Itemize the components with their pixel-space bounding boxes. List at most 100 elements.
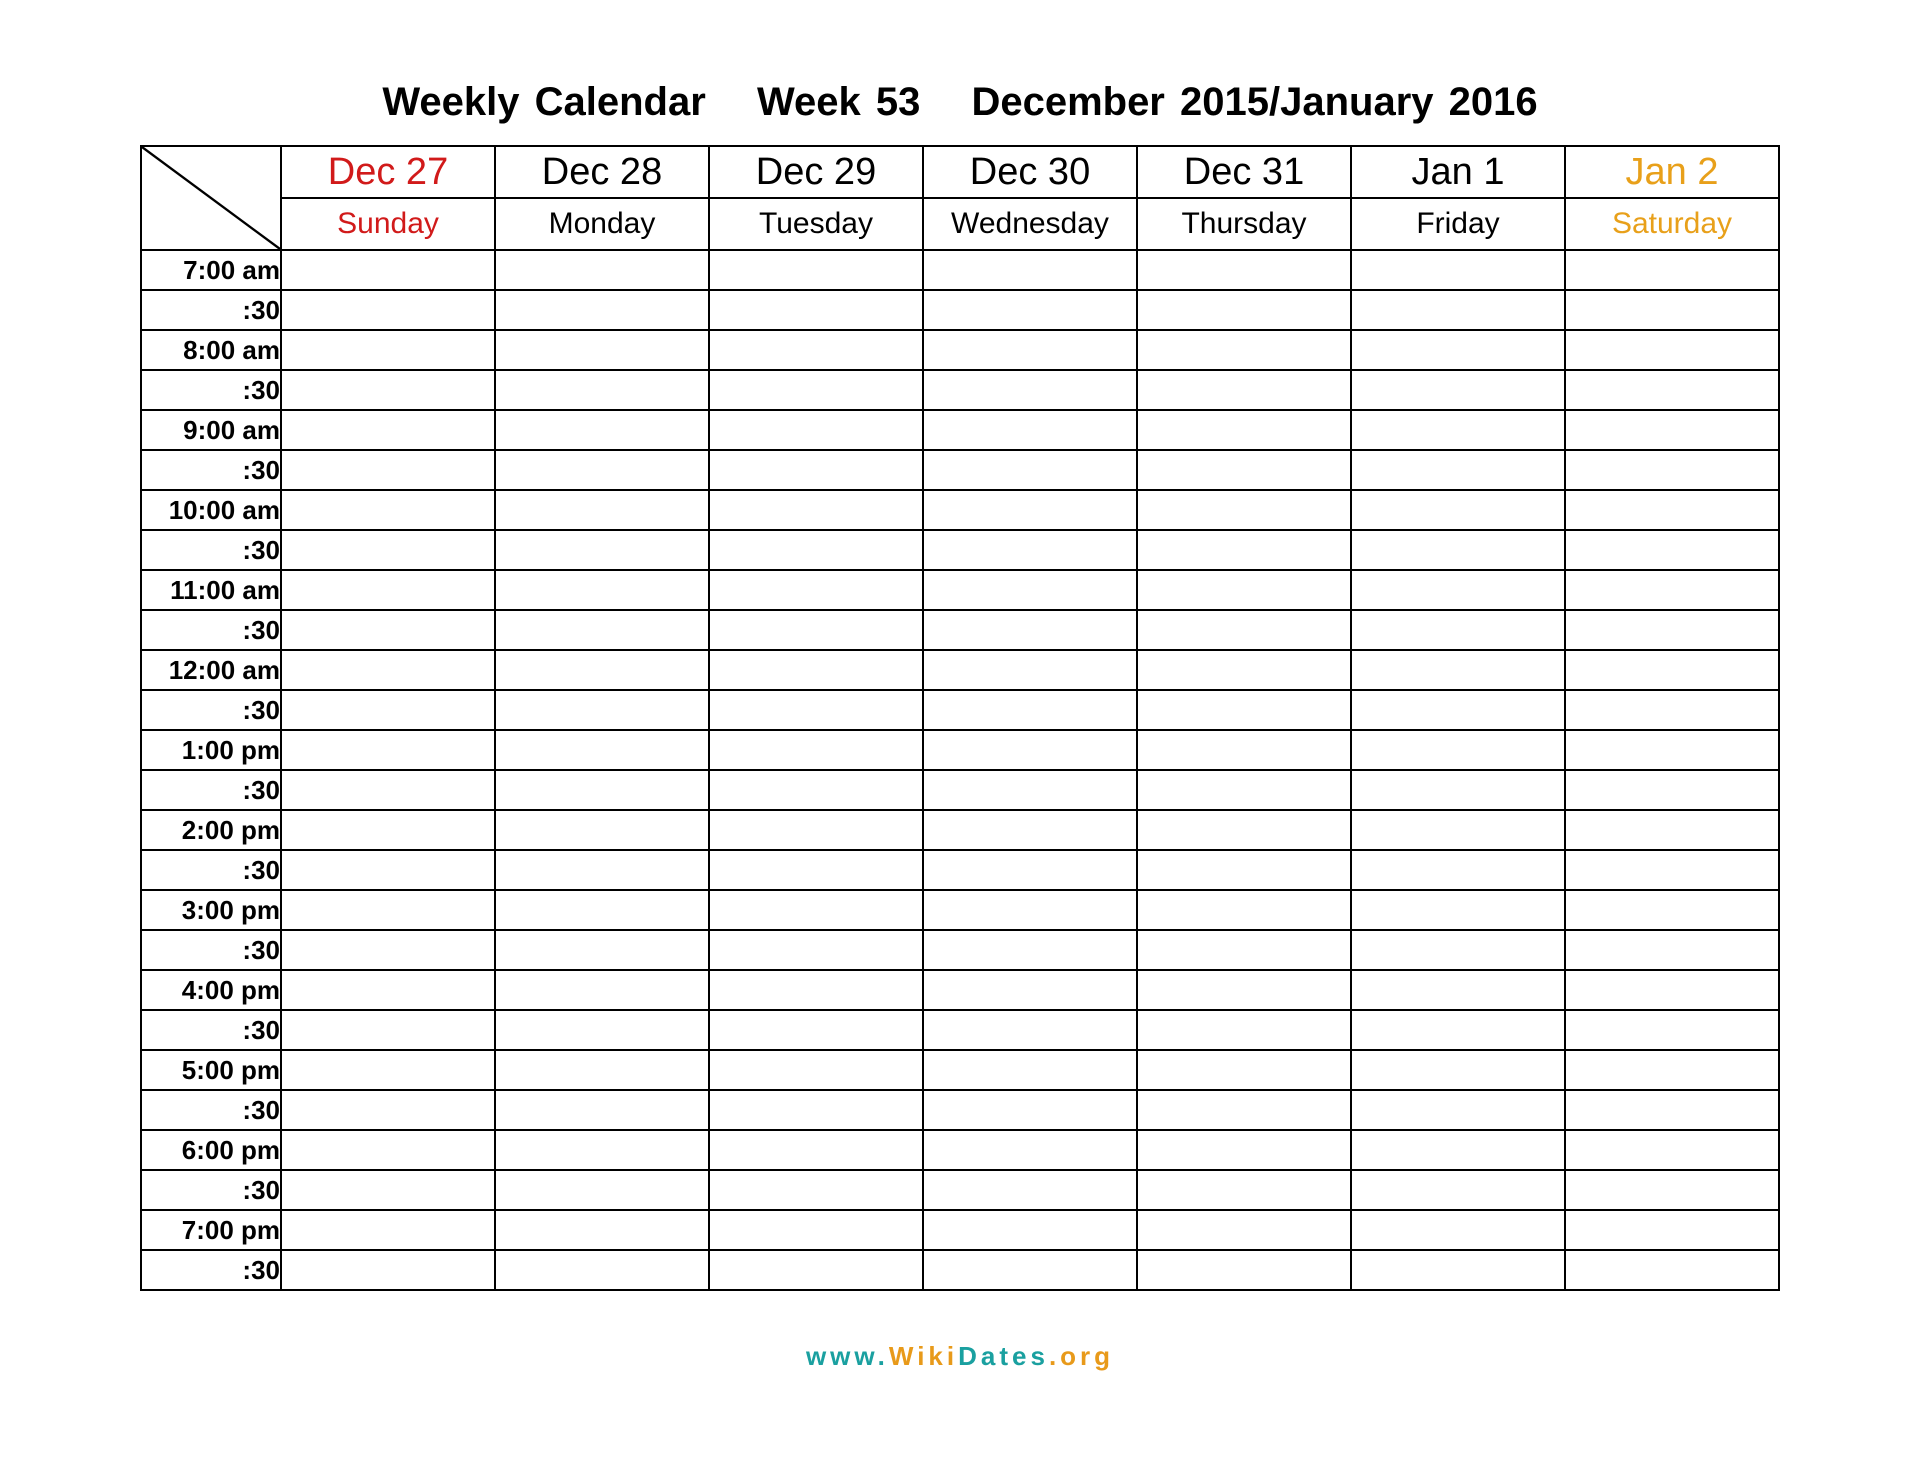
calendar-slot[interactable] bbox=[1137, 370, 1351, 410]
calendar-slot[interactable] bbox=[709, 850, 923, 890]
calendar-slot[interactable] bbox=[923, 490, 1137, 530]
calendar-slot[interactable] bbox=[495, 490, 709, 530]
calendar-slot[interactable] bbox=[1565, 330, 1779, 370]
calendar-slot[interactable] bbox=[495, 1090, 709, 1130]
calendar-slot[interactable] bbox=[1351, 570, 1565, 610]
calendar-slot[interactable] bbox=[495, 930, 709, 970]
calendar-slot[interactable] bbox=[1565, 730, 1779, 770]
calendar-slot[interactable] bbox=[709, 570, 923, 610]
calendar-slot[interactable] bbox=[923, 1250, 1137, 1290]
calendar-slot[interactable] bbox=[495, 330, 709, 370]
calendar-slot[interactable] bbox=[1565, 250, 1779, 290]
calendar-slot[interactable] bbox=[923, 530, 1137, 570]
calendar-slot[interactable] bbox=[923, 850, 1137, 890]
calendar-slot[interactable] bbox=[1137, 770, 1351, 810]
calendar-slot[interactable] bbox=[1565, 1170, 1779, 1210]
calendar-slot[interactable] bbox=[923, 1090, 1137, 1130]
calendar-slot[interactable] bbox=[1565, 570, 1779, 610]
calendar-slot[interactable] bbox=[709, 1170, 923, 1210]
calendar-slot[interactable] bbox=[495, 570, 709, 610]
calendar-slot[interactable] bbox=[1137, 1090, 1351, 1130]
calendar-slot[interactable] bbox=[923, 890, 1137, 930]
calendar-slot[interactable] bbox=[1137, 850, 1351, 890]
calendar-slot[interactable] bbox=[923, 250, 1137, 290]
calendar-slot[interactable] bbox=[709, 370, 923, 410]
calendar-slot[interactable] bbox=[281, 1090, 495, 1130]
calendar-slot[interactable] bbox=[709, 1090, 923, 1130]
calendar-slot[interactable] bbox=[1565, 970, 1779, 1010]
calendar-slot[interactable] bbox=[1137, 890, 1351, 930]
calendar-slot[interactable] bbox=[1351, 250, 1565, 290]
calendar-slot[interactable] bbox=[1351, 690, 1565, 730]
calendar-slot[interactable] bbox=[281, 370, 495, 410]
calendar-slot[interactable] bbox=[1565, 1210, 1779, 1250]
calendar-slot[interactable] bbox=[281, 570, 495, 610]
calendar-slot[interactable] bbox=[923, 330, 1137, 370]
calendar-slot[interactable] bbox=[1137, 810, 1351, 850]
calendar-slot[interactable] bbox=[709, 490, 923, 530]
calendar-slot[interactable] bbox=[1351, 610, 1565, 650]
calendar-slot[interactable] bbox=[1351, 810, 1565, 850]
calendar-slot[interactable] bbox=[923, 930, 1137, 970]
calendar-slot[interactable] bbox=[1137, 1050, 1351, 1090]
calendar-slot[interactable] bbox=[709, 450, 923, 490]
calendar-slot[interactable] bbox=[1351, 490, 1565, 530]
calendar-slot[interactable] bbox=[1351, 890, 1565, 930]
calendar-slot[interactable] bbox=[1137, 930, 1351, 970]
calendar-slot[interactable] bbox=[923, 450, 1137, 490]
calendar-slot[interactable] bbox=[495, 890, 709, 930]
calendar-slot[interactable] bbox=[1565, 610, 1779, 650]
calendar-slot[interactable] bbox=[1565, 930, 1779, 970]
calendar-slot[interactable] bbox=[1565, 1090, 1779, 1130]
calendar-slot[interactable] bbox=[1565, 690, 1779, 730]
calendar-slot[interactable] bbox=[1565, 1050, 1779, 1090]
calendar-slot[interactable] bbox=[923, 1050, 1137, 1090]
calendar-slot[interactable] bbox=[923, 1170, 1137, 1210]
calendar-slot[interactable] bbox=[923, 1010, 1137, 1050]
calendar-slot[interactable] bbox=[1137, 1010, 1351, 1050]
calendar-slot[interactable] bbox=[495, 730, 709, 770]
calendar-slot[interactable] bbox=[495, 1170, 709, 1210]
calendar-slot[interactable] bbox=[709, 890, 923, 930]
calendar-slot[interactable] bbox=[281, 730, 495, 770]
calendar-slot[interactable] bbox=[1137, 970, 1351, 1010]
calendar-slot[interactable] bbox=[1137, 570, 1351, 610]
calendar-slot[interactable] bbox=[1137, 690, 1351, 730]
calendar-slot[interactable] bbox=[495, 970, 709, 1010]
calendar-slot[interactable] bbox=[1351, 1050, 1565, 1090]
calendar-slot[interactable] bbox=[923, 1210, 1137, 1250]
calendar-slot[interactable] bbox=[495, 1050, 709, 1090]
calendar-slot[interactable] bbox=[709, 930, 923, 970]
calendar-slot[interactable] bbox=[281, 970, 495, 1010]
calendar-slot[interactable] bbox=[1351, 1130, 1565, 1170]
calendar-slot[interactable] bbox=[1351, 450, 1565, 490]
calendar-slot[interactable] bbox=[923, 970, 1137, 1010]
calendar-slot[interactable] bbox=[923, 650, 1137, 690]
calendar-slot[interactable] bbox=[923, 610, 1137, 650]
calendar-slot[interactable] bbox=[1351, 1010, 1565, 1050]
calendar-slot[interactable] bbox=[709, 1210, 923, 1250]
calendar-slot[interactable] bbox=[281, 450, 495, 490]
calendar-slot[interactable] bbox=[1351, 530, 1565, 570]
calendar-slot[interactable] bbox=[281, 490, 495, 530]
calendar-slot[interactable] bbox=[281, 610, 495, 650]
calendar-slot[interactable] bbox=[281, 770, 495, 810]
calendar-slot[interactable] bbox=[1565, 450, 1779, 490]
calendar-slot[interactable] bbox=[709, 410, 923, 450]
calendar-slot[interactable] bbox=[495, 1010, 709, 1050]
calendar-slot[interactable] bbox=[281, 250, 495, 290]
calendar-slot[interactable] bbox=[281, 410, 495, 450]
calendar-slot[interactable] bbox=[281, 530, 495, 570]
calendar-slot[interactable] bbox=[1351, 410, 1565, 450]
calendar-slot[interactable] bbox=[709, 290, 923, 330]
calendar-slot[interactable] bbox=[281, 890, 495, 930]
calendar-slot[interactable] bbox=[495, 370, 709, 410]
calendar-slot[interactable] bbox=[495, 410, 709, 450]
calendar-slot[interactable] bbox=[923, 810, 1137, 850]
calendar-slot[interactable] bbox=[1351, 730, 1565, 770]
calendar-slot[interactable] bbox=[1351, 930, 1565, 970]
calendar-slot[interactable] bbox=[709, 650, 923, 690]
calendar-slot[interactable] bbox=[709, 530, 923, 570]
calendar-slot[interactable] bbox=[1565, 410, 1779, 450]
calendar-slot[interactable] bbox=[1351, 1250, 1565, 1290]
